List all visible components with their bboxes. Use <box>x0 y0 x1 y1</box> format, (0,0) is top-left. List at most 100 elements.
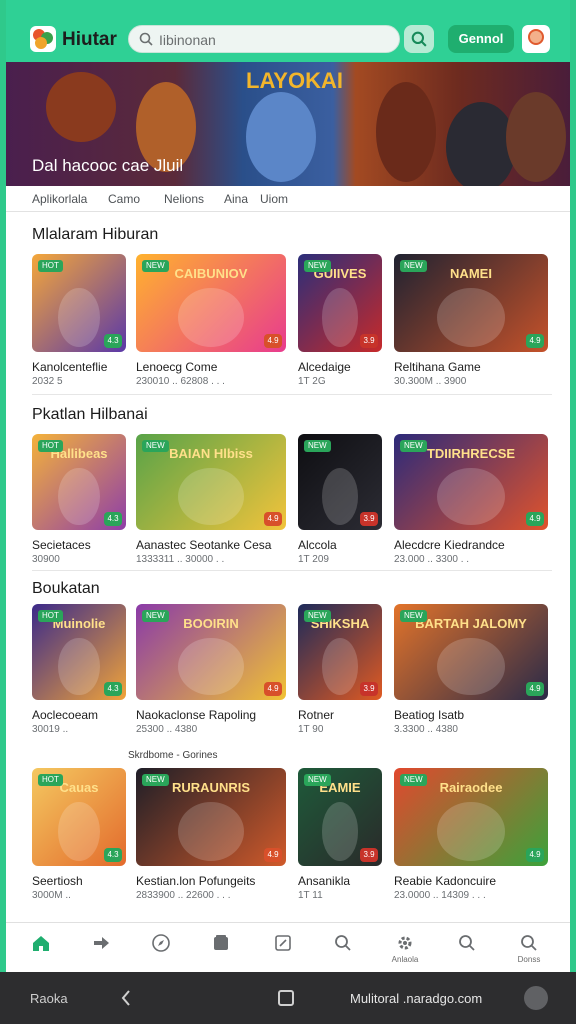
section-title: Boukatan <box>32 580 100 597</box>
nav-library[interactable] <box>206 933 236 963</box>
card-title[interactable]: Secietaces <box>32 538 91 552</box>
nav-home[interactable] <box>26 933 56 963</box>
rating-badge: 4.9 <box>526 682 544 696</box>
card-tag-badge: NEW <box>142 774 169 786</box>
rating-badge: 4.9 <box>264 682 282 696</box>
nav-settings[interactable]: Anlaola <box>390 933 420 964</box>
search-button[interactable] <box>404 25 434 53</box>
card-thumbnail[interactable]: NEW 3.9 <box>298 434 382 530</box>
search-placeholder: Iibinonan <box>159 32 216 48</box>
card-thumbnail[interactable]: EAMIE NEW 3.9 <box>298 768 382 866</box>
card-thumbnail[interactable]: CAIBUNIOV NEW 4.9 <box>136 254 286 352</box>
tab-aina[interactable]: Aina <box>224 192 248 206</box>
card-title[interactable]: Aanastec Seotanke Cesa <box>136 538 271 552</box>
nav-share[interactable] <box>86 933 116 963</box>
app-card[interactable]: HOT 4.3 Kanolcenteflie 2032 5 <box>32 254 126 390</box>
card-tag-badge: NEW <box>304 774 331 786</box>
back-icon[interactable] <box>120 989 132 1007</box>
card-meta: 3.3300 .. 4380 <box>394 724 458 735</box>
card-title[interactable]: Naokaclonse Rapoling <box>136 708 256 722</box>
card-tag-badge: NEW <box>400 260 427 272</box>
compass-icon <box>152 934 170 952</box>
search-input[interactable]: Iibinonan <box>128 25 400 53</box>
divider <box>32 570 552 571</box>
app-card[interactable]: BOOIRIN NEW 4.9 Naokaclonse Rapoling 25300 .… <box>136 604 286 738</box>
card-title[interactable]: Alecdcre Kiedrandce <box>394 538 505 552</box>
app-card[interactable]: NEW 3.9 Alccola 1T 209 <box>298 434 382 568</box>
section-title: Skrdbome - Gorines <box>128 750 218 761</box>
nav-edit[interactable] <box>268 933 298 963</box>
app-card[interactable]: Cauas HOT 4.3 Seertiosh 3000M .. <box>32 768 126 904</box>
card-tag-badge: NEW <box>304 260 331 272</box>
tab-uiom[interactable]: Uiom <box>260 192 288 206</box>
card-title[interactable]: Seertiosh <box>32 874 83 888</box>
card-title[interactable]: Rotner <box>298 708 334 722</box>
card-thumbnail[interactable]: BAIAN Hlbiss NEW 4.9 <box>136 434 286 530</box>
card-thumbnail[interactable]: Muinolie HOT 4.3 <box>32 604 126 700</box>
divider <box>32 394 552 395</box>
card-thumbnail[interactable]: RURAUNRIS NEW 4.9 <box>136 768 286 866</box>
tab-news[interactable]: Nelions <box>164 192 204 206</box>
url-text: Mulitoral .naradgo.com <box>350 991 483 1006</box>
app-card[interactable]: Rairaodee NEW 4.9 Reabie Kadoncuire 23.0000 … <box>394 768 548 904</box>
card-meta: 30019 .. <box>32 724 69 735</box>
card-title[interactable]: Reabie Kadoncuire <box>394 874 496 888</box>
card-meta: 230010 .. 62808 . . . <box>136 376 225 387</box>
home-square-icon[interactable] <box>278 990 294 1006</box>
card-title[interactable]: Beatiog Isatb <box>394 708 464 722</box>
tab-apps[interactable]: Aplikorlala <box>32 192 87 206</box>
app-card[interactable]: SHIKSHA NEW 3.9 Rotner 1T 90 <box>298 604 382 738</box>
app-card[interactable]: NAMEI NEW 4.9 Reltihana Game 30.300M .. 3900 <box>394 254 548 390</box>
app-card[interactable]: Muinolie HOT 4.3 Aoclecoeam 30019 .. <box>32 604 126 738</box>
settings-icon <box>398 936 412 950</box>
card-meta: 30.300M .. 3900 <box>394 376 467 387</box>
app-card[interactable]: Hallibeas HOT 4.3 Secietaces 30900 <box>32 434 126 568</box>
hero-banner[interactable]: LAYOKAI Dal hacooc cae Jluil <box>6 62 570 186</box>
rating-badge: 4.3 <box>104 848 122 862</box>
card-title[interactable]: Kestian.lon Pofungeits <box>136 874 255 888</box>
card-title[interactable]: Kanolcenteflie <box>32 360 107 374</box>
card-thumbnail[interactable]: BARTAH JALOMY NEW 4.9 <box>394 604 548 700</box>
app-card[interactable]: RURAUNRIS NEW 4.9 Kestian.lon Pofungeits 283… <box>136 768 286 904</box>
home-icon <box>33 936 49 951</box>
nav-search-3[interactable]: Donss <box>514 933 544 964</box>
card-thumbnail[interactable]: Cauas HOT 4.3 <box>32 768 126 866</box>
card-title[interactable]: Aoclecoeam <box>32 708 98 722</box>
header-cta-button[interactable]: Gennol <box>448 25 514 53</box>
card-thumbnail[interactable]: NAMEI NEW 4.9 <box>394 254 548 352</box>
nav-search[interactable] <box>328 933 358 963</box>
app-card[interactable]: EAMIE NEW 3.9 Ansanikla 1T 11 <box>298 768 382 904</box>
card-title[interactable]: Lenoecg Come <box>136 360 217 374</box>
card-thumbnail[interactable]: BOOIRIN NEW 4.9 <box>136 604 286 700</box>
card-title[interactable]: Ansanikla <box>298 874 350 888</box>
app-card[interactable]: CAIBUNIOV NEW 4.9 Lenoecg Come 230010 .. 628… <box>136 254 286 390</box>
app-logo[interactable] <box>30 26 56 52</box>
rating-badge: 4.3 <box>104 512 122 526</box>
card-thumbnail[interactable]: GUIIVES NEW 3.9 <box>298 254 382 352</box>
card-title[interactable]: Alcedaige <box>298 360 351 374</box>
card-tag-badge: NEW <box>400 774 427 786</box>
card-title[interactable]: Reltihana Game <box>394 360 481 374</box>
card-title[interactable]: Alccola <box>298 538 337 552</box>
card-meta: 1T 209 <box>298 554 329 565</box>
card-tag-badge: HOT <box>38 774 63 786</box>
app-card[interactable]: TDIIRHRECSE NEW 4.9 Alecdcre Kiedrandce 23.0… <box>394 434 548 568</box>
card-thumbnail[interactable]: Hallibeas HOT 4.3 <box>32 434 126 530</box>
card-meta: 25300 .. 4380 <box>136 724 198 735</box>
search-icon <box>139 32 153 46</box>
top-header: Hiutar Iibinonan Gennol <box>6 0 570 62</box>
app-card[interactable]: BAIAN Hlbiss NEW 4.9 Aanastec Seotanke Cesa… <box>136 434 286 568</box>
card-thumbnail[interactable]: HOT 4.3 <box>32 254 126 352</box>
card-thumbnail[interactable]: SHIKSHA NEW 3.9 <box>298 604 382 700</box>
tabs-button[interactable] <box>524 986 548 1010</box>
rating-badge: 4.9 <box>526 848 544 862</box>
card-meta: 1T 90 <box>298 724 324 735</box>
card-thumbnail[interactable]: Rairaodee NEW 4.9 <box>394 768 548 866</box>
app-card[interactable]: GUIIVES NEW 3.9 Alcedaige 1T 2G <box>298 254 382 390</box>
profile-button[interactable] <box>522 25 550 53</box>
nav-explore[interactable] <box>146 933 176 963</box>
card-thumbnail[interactable]: TDIIRHRECSE NEW 4.9 <box>394 434 548 530</box>
tab-games[interactable]: Camo <box>108 192 140 206</box>
nav-search-2[interactable] <box>452 933 482 963</box>
app-card[interactable]: BARTAH JALOMY NEW 4.9 Beatiog Isatb 3.3300 .… <box>394 604 548 738</box>
